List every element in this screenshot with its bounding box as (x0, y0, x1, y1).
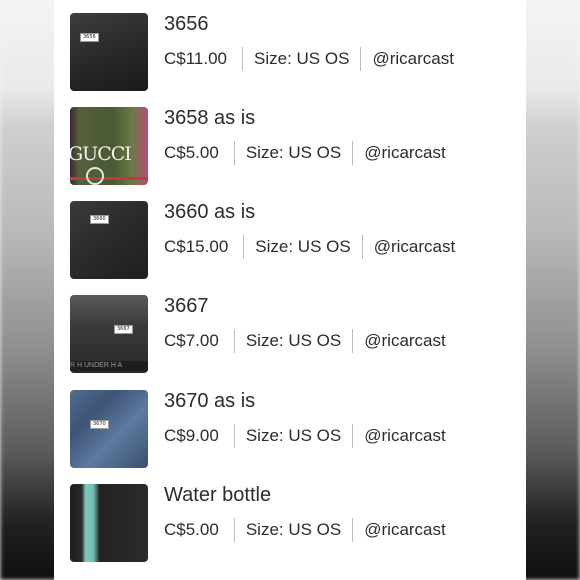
item-meta: C$9.00 Size: US OS @ricarcast (164, 424, 446, 448)
divider (352, 141, 354, 165)
item-title[interactable]: Water bottle (164, 484, 271, 507)
item-title[interactable]: 3658 as is (164, 107, 255, 130)
list-item[interactable]: 3670 3670 as is C$9.00 Size: US OS @rica… (70, 390, 520, 470)
thumbnail-band-text: R H UNDER H A (70, 361, 148, 371)
item-thumbnail[interactable]: 3667 R H UNDER H A (70, 295, 148, 373)
seller-link[interactable]: @ricarcast (364, 426, 446, 446)
item-thumbnail[interactable]: 3656 (70, 13, 148, 91)
list-item[interactable]: 3656 3656 C$11.00 Size: US OS @ricarcast (70, 13, 520, 93)
item-thumbnail[interactable]: 3660 (70, 201, 148, 279)
thumbnail-tag: 3670 (90, 420, 109, 429)
item-price: C$9.00 (164, 426, 219, 445)
item-size: Size: US OS (254, 49, 350, 68)
thumbnail-emblem (86, 167, 104, 185)
divider (361, 235, 363, 259)
item-size: Size: US OS (245, 426, 342, 445)
divider (352, 518, 354, 542)
divider (243, 235, 245, 259)
item-meta: C$15.00 Size: US OS @ricarcast (164, 235, 455, 259)
seller-link[interactable]: @ricarcast (364, 331, 446, 351)
thumbnail-logo-text: GUCCI (70, 143, 132, 165)
item-price: C$5.00 (164, 520, 219, 539)
item-title[interactable]: 3660 as is (164, 201, 255, 224)
item-size: Size: US OS (245, 143, 342, 162)
item-size: Size: US OS (255, 237, 351, 256)
seller-link[interactable]: @ricarcast (372, 49, 454, 69)
divider (233, 141, 235, 165)
item-meta: C$5.00 Size: US OS @ricarcast (164, 518, 446, 542)
list-item[interactable]: 3667 R H UNDER H A 3667 C$7.00 Size: US … (70, 295, 520, 375)
item-meta: C$5.00 Size: US OS @ricarcast (164, 141, 446, 165)
thumbnail-tag: 3660 (90, 215, 109, 224)
divider (352, 424, 354, 448)
item-price: C$7.00 (164, 331, 219, 350)
thumbnail-stripe (70, 177, 148, 180)
item-size: Size: US OS (245, 520, 342, 539)
seller-link[interactable]: @ricarcast (364, 143, 446, 163)
list-item[interactable]: GUCCI 3658 as is C$5.00 Size: US OS @ric… (70, 107, 520, 187)
divider (233, 518, 235, 542)
divider (233, 424, 235, 448)
item-meta: C$11.00 Size: US OS @ricarcast (164, 47, 454, 71)
item-size: Size: US OS (245, 331, 342, 350)
item-thumbnail[interactable]: 3670 (70, 390, 148, 468)
list-item[interactable]: Water bottle C$5.00 Size: US OS @ricarca… (70, 484, 520, 564)
seller-link[interactable]: @ricarcast (364, 520, 446, 540)
thumbnail-tag: 3656 (80, 33, 99, 42)
list-item[interactable]: 3660 3660 as is C$15.00 Size: US OS @ric… (70, 201, 520, 281)
item-thumbnail[interactable]: GUCCI (70, 107, 148, 185)
item-title[interactable]: 3656 (164, 13, 209, 36)
divider (233, 329, 235, 353)
item-price: C$5.00 (164, 143, 219, 162)
seller-link[interactable]: @ricarcast (374, 237, 456, 257)
divider (242, 47, 244, 71)
item-price: C$11.00 (164, 49, 228, 68)
item-meta: C$7.00 Size: US OS @ricarcast (164, 329, 446, 353)
item-title[interactable]: 3667 (164, 295, 209, 318)
item-title[interactable]: 3670 as is (164, 390, 255, 413)
thumbnail-tag: 3667 (114, 325, 133, 334)
item-price: C$15.00 (164, 237, 229, 256)
divider (352, 329, 354, 353)
divider (360, 47, 362, 71)
item-thumbnail[interactable] (70, 484, 148, 562)
listing-panel: 3656 3656 C$11.00 Size: US OS @ricarcast… (54, 0, 526, 580)
